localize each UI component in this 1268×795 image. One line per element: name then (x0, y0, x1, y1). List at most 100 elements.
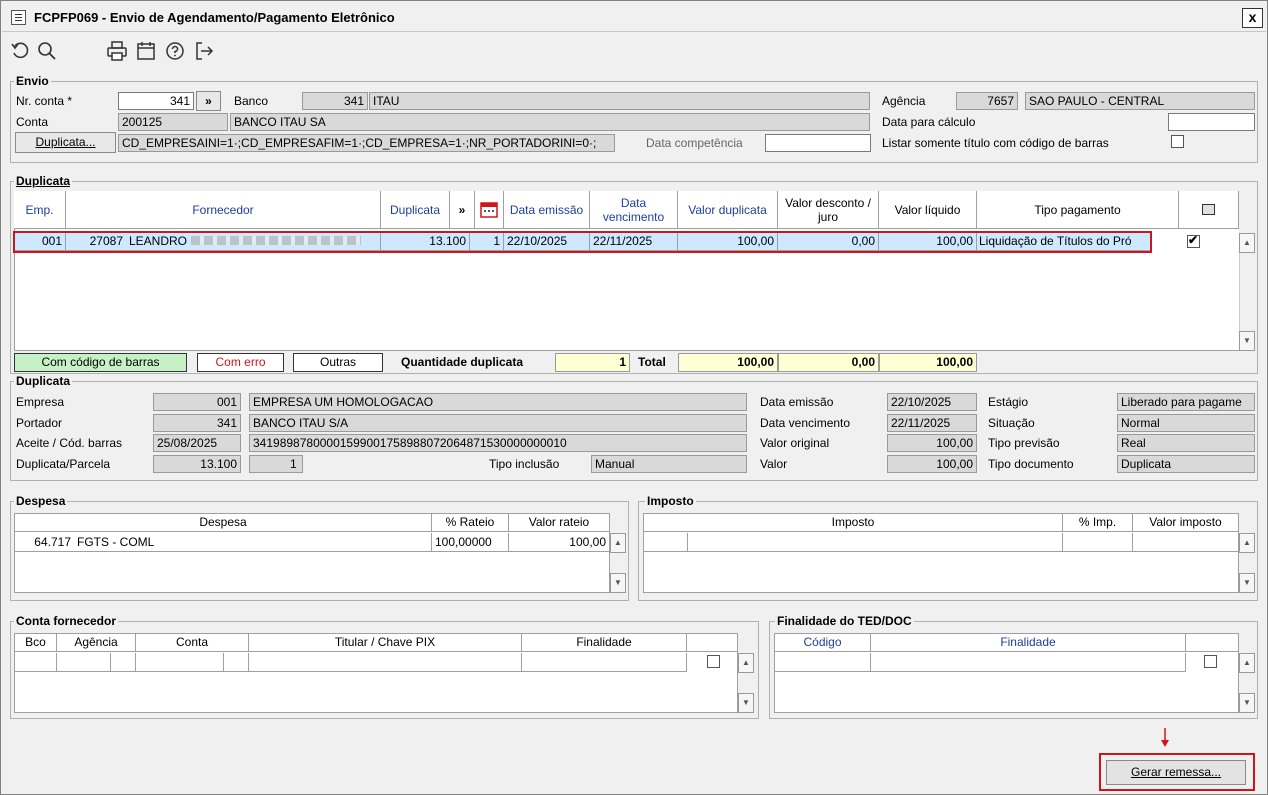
barcode-field: 3419898780000159900175898807206487153000… (249, 434, 747, 452)
imposto-valor-header[interactable]: Valor imposto (1133, 513, 1239, 532)
col-header-valor-liquido[interactable]: Valor líquido (879, 191, 977, 229)
cf-row-finalidade (522, 653, 687, 672)
cf-scroll-down[interactable]: ▼ (738, 693, 754, 713)
nr-conta-lookup-button[interactable]: » (196, 91, 221, 111)
despesa-row-rateio: 100,00000 (432, 533, 509, 552)
col-header-data-vencimento[interactable]: Data vencimento (590, 191, 678, 229)
scroll-up-button[interactable]: ▲ (1239, 233, 1255, 253)
despesa-rateio-header[interactable]: % Rateio (432, 513, 509, 532)
help-icon[interactable] (163, 39, 187, 63)
listar-checkbox[interactable] (1171, 135, 1184, 148)
ft-row-finalidade (871, 653, 1186, 672)
scroll-down-button[interactable]: ▼ (1239, 331, 1255, 351)
data-competencia-label: Data competência (646, 136, 743, 150)
cf-row-conta-dv (224, 653, 249, 672)
col-header-duplicata[interactable]: Duplicata (381, 191, 450, 229)
calendar-icon (480, 201, 498, 218)
calendar-icon[interactable] (134, 39, 158, 63)
col-header-data-emissao[interactable]: Data emissão (504, 191, 590, 229)
tipo-documento-field: Duplicata (1117, 455, 1255, 473)
cf-row-bco (14, 653, 57, 672)
ft-row-checkbox[interactable] (1204, 655, 1217, 668)
nr-conta-input[interactable]: 341 (118, 92, 194, 110)
despesa-valor-header[interactable]: Valor rateio (509, 513, 610, 532)
quantidade-field: 1 (555, 353, 630, 372)
cf-row-checkbox[interactable] (707, 655, 720, 668)
ft-select-header[interactable] (1186, 633, 1239, 652)
despesa-scroll-down[interactable]: ▼ (610, 573, 626, 593)
ft-finalidade-header[interactable]: Finalidade (871, 633, 1186, 652)
cf-row-conta (136, 653, 224, 672)
despesa-col-header[interactable]: Despesa (14, 513, 432, 532)
conta-fornecedor-title: Conta fornecedor (14, 614, 119, 628)
legend-com-codigo: Com código de barras (14, 353, 187, 372)
banco-name-field: ITAU (369, 92, 870, 110)
aceite-date-field: 25/08/2025 (153, 434, 241, 452)
envio-group-title: Envio (14, 74, 51, 88)
dup-parcela-label: Duplicata/Parcela (16, 457, 111, 471)
col-header-fornecedor[interactable]: Fornecedor (66, 191, 381, 229)
scrollbar-track[interactable] (1239, 253, 1255, 331)
col-header-nav[interactable]: » (450, 191, 475, 229)
duplicata-grid-title: Duplicata (14, 174, 73, 188)
close-button[interactable]: x (1242, 8, 1263, 28)
despesa-row-valor: 100,00 (509, 533, 610, 552)
imposto-scroll-up[interactable]: ▲ (1239, 533, 1255, 553)
imposto-scroll-down[interactable]: ▼ (1239, 573, 1255, 593)
valor-label: Valor (760, 457, 788, 471)
cf-finalidade-header[interactable]: Finalidade (522, 633, 687, 652)
data-competencia-input[interactable] (765, 134, 871, 152)
tipo-inclusao-field: Manual (591, 455, 747, 473)
nr-conta-label: Nr. conta * (16, 94, 73, 108)
conta-label: Conta (16, 115, 49, 129)
imposto-row-name (688, 533, 1063, 552)
select-all-checkbox[interactable] (1202, 204, 1215, 215)
despesa-row-name: FGTS - COML (74, 533, 432, 552)
total-duplicata-field: 100,00 (678, 353, 778, 372)
duplicata-detail-title: Duplicata (14, 374, 73, 388)
main-window: FCPFP069 - Envio de Agendamento/Pagament… (0, 0, 1268, 795)
col-header-valor-desconto[interactable]: Valor desconto / juro (778, 191, 879, 229)
exit-icon[interactable] (192, 39, 216, 63)
data-calculo-input[interactable] (1168, 113, 1255, 131)
window-title: FCPFP069 - Envio de Agendamento/Pagament… (34, 10, 395, 25)
despesa-scroll-up[interactable]: ▲ (610, 533, 626, 553)
search-icon[interactable] (35, 39, 59, 63)
cf-conta-header[interactable]: Conta (136, 633, 249, 652)
row-highlight (13, 231, 1152, 253)
total-liquido-field: 100,00 (879, 353, 977, 372)
situacao-field: Normal (1117, 414, 1255, 432)
data-vencimento-label: Data vencimento (760, 416, 851, 430)
legend-com-erro: Com erro (197, 353, 284, 372)
ft-scroll-up[interactable]: ▲ (1239, 653, 1255, 673)
despesa-row-code: 64.717 (14, 533, 74, 552)
imposto-col-header[interactable]: Imposto (643, 513, 1063, 532)
col-header-select-all[interactable] (1179, 191, 1239, 229)
quantidade-label: Quantidade duplicata (401, 355, 524, 369)
col-header-valor-duplicata[interactable]: Valor duplicata (678, 191, 778, 229)
cf-agencia-header[interactable]: Agência (57, 633, 136, 652)
imposto-row-pct (1063, 533, 1133, 552)
col-header-tipo-pagamento[interactable]: Tipo pagamento (977, 191, 1179, 229)
col-header-calendar[interactable] (475, 191, 504, 229)
row-select-checkbox[interactable] (1187, 233, 1200, 248)
ft-codigo-header[interactable]: Código (774, 633, 871, 652)
conta-field: 200125 (118, 113, 228, 131)
total-label: Total (638, 355, 666, 369)
portador-code-field: 341 (153, 414, 241, 432)
parcela-field: 1 (249, 455, 303, 473)
cf-titular-header[interactable]: Titular / Chave PIX (249, 633, 522, 652)
duplicata-filter-button[interactable]: Duplicata... (15, 132, 116, 153)
cf-scroll-up[interactable]: ▲ (738, 653, 754, 673)
tipo-previsao-label: Tipo previsão (988, 436, 1060, 450)
cf-select-header[interactable] (687, 633, 738, 652)
imposto-row-valor (1133, 533, 1239, 552)
ft-scroll-down[interactable]: ▼ (1239, 693, 1255, 713)
empresa-label: Empresa (16, 395, 65, 409)
col-header-emp[interactable]: Emp. (14, 191, 66, 229)
imposto-pct-header[interactable]: % Imp. (1063, 513, 1133, 532)
valor-original-field: 100,00 (887, 434, 977, 452)
cf-bco-header[interactable]: Bco (14, 633, 57, 652)
print-icon[interactable] (105, 39, 129, 63)
undo-icon[interactable] (9, 39, 33, 63)
